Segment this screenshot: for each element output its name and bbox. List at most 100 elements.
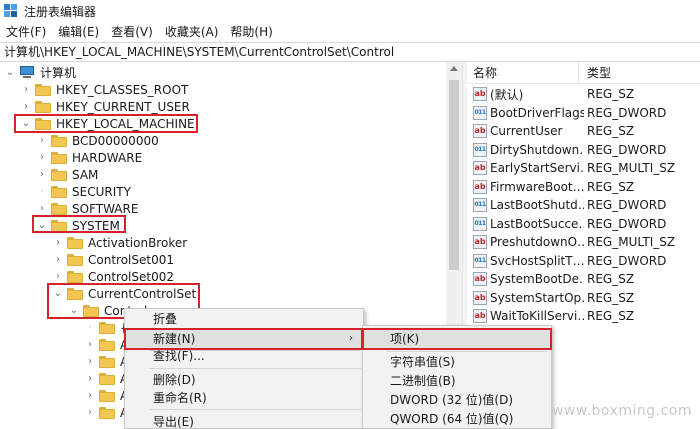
tree-item-hkcu[interactable]: › HKEY_CURRENT_USER: [20, 98, 190, 115]
tree-item-security[interactable]: · SECURITY: [36, 183, 131, 200]
string-value-icon: ab: [473, 179, 487, 194]
string-value-icon: ab: [473, 272, 487, 286]
expand-arrow-icon[interactable]: ›: [84, 353, 96, 370]
expand-arrow-icon[interactable]: ›: [36, 132, 48, 149]
expand-arrow-icon[interactable]: ›: [52, 251, 64, 268]
tree-item-sub[interactable]: › A: [84, 370, 128, 387]
value-name: CurrentUser: [490, 124, 563, 138]
expand-arrow-icon[interactable]: ›: [20, 81, 32, 98]
expand-arrow-icon[interactable]: ›: [36, 166, 48, 183]
value-type: REG_MULTI_SZ: [587, 235, 676, 249]
value-name: DirtyShutdown…: [490, 142, 584, 157]
tree-item-sub[interactable]: › A: [84, 336, 128, 353]
collapse-arrow-icon[interactable]: ⌄: [4, 64, 16, 81]
binary-value-icon: 011: [473, 105, 487, 120]
folder-icon: [67, 270, 83, 283]
tree-item-controlset001[interactable]: › ControlSet001: [52, 251, 174, 268]
tree-item-activationbroker[interactable]: › ActivationBroker: [52, 234, 187, 251]
tree-item-bcd[interactable]: › BCD00000000: [36, 132, 159, 149]
folder-icon: [51, 168, 67, 181]
highlight-system: [32, 215, 126, 233]
menu-rename[interactable]: 重命名(R): [125, 389, 363, 407]
menu-separator: [149, 368, 361, 369]
tree-item-computer[interactable]: ⌄ 计算机: [4, 64, 76, 81]
folder-icon: [51, 202, 67, 215]
value-name: SystemStartOp…: [490, 290, 584, 305]
value-type: REG_DWORD: [587, 198, 667, 212]
list-item[interactable]: ab SystemBootDe… REG_SZ: [467, 270, 700, 288]
column-name[interactable]: 名称: [467, 62, 579, 84]
column-type[interactable]: 类型: [581, 62, 700, 84]
list-item[interactable]: 011 DirtyShutdown… REG_DWORD: [467, 141, 700, 159]
expand-arrow-icon[interactable]: ›: [20, 98, 32, 115]
list-item[interactable]: ab SystemStartOp… REG_SZ: [467, 289, 700, 307]
list-item[interactable]: ab EarlyStartServi… REG_MULTI_SZ: [467, 159, 700, 177]
value-type: REG_SZ: [587, 179, 635, 194]
value-name: FirmwareBoot…: [490, 179, 584, 194]
submenu-qword[interactable]: QWORD (64 位)值(Q): [363, 410, 551, 428]
menu-export[interactable]: 导出(E): [125, 413, 363, 429]
leaf-dot-icon: ·: [40, 186, 44, 197]
expand-arrow-icon[interactable]: ›: [84, 404, 96, 421]
value-name: SvcHostSplitT…: [490, 253, 584, 268]
menu-favorites[interactable]: 收藏夹(A): [159, 22, 225, 42]
menu-file[interactable]: 文件(F): [0, 22, 52, 42]
list-item[interactable]: 011 SvcHostSplitT… REG_DWORD: [467, 252, 700, 270]
address-bar[interactable]: 计算机\HKEY_LOCAL_MACHINE\SYSTEM\CurrentCon…: [0, 42, 700, 62]
menu-separator: [149, 409, 361, 410]
tree-item-hardware[interactable]: › HARDWARE: [36, 149, 142, 166]
value-name: PreshutdownO…: [490, 235, 584, 249]
watermark: www.boxming.com: [552, 403, 692, 419]
value-type: REG_DWORD: [587, 142, 667, 157]
value-name: SystemBootDe…: [490, 272, 584, 286]
expand-arrow-icon[interactable]: ›: [36, 149, 48, 166]
list-item[interactable]: ab CurrentUser REG_SZ: [467, 122, 700, 140]
value-type: REG_MULTI_SZ: [587, 161, 676, 175]
scroll-up-icon[interactable]: [450, 66, 458, 71]
submenu-string[interactable]: 字符串值(S): [363, 353, 551, 371]
string-value-icon: ab: [473, 309, 487, 323]
value-type: REG_SZ: [587, 290, 635, 305]
list-item[interactable]: ab WaitToKillServi… REG_SZ: [467, 307, 700, 325]
tree-item-hkcr[interactable]: › HKEY_CLASSES_ROOT: [20, 81, 188, 98]
highlight-hklm: [14, 114, 198, 133]
value-name: LastBootShutd…: [490, 198, 584, 212]
expand-arrow-icon[interactable]: ›: [84, 387, 96, 404]
tree-item-sub[interactable]: › A: [84, 387, 128, 404]
binary-value-icon: 011: [473, 216, 487, 231]
value-name: LastBootSucce…: [490, 216, 584, 231]
folder-icon: [35, 100, 51, 113]
tree-item-sam[interactable]: › SAM: [36, 166, 98, 183]
value-name: BootDriverFlags: [490, 105, 584, 120]
list-item[interactable]: 011 LastBootSucce… REG_DWORD: [467, 215, 700, 233]
scroll-thumb[interactable]: [449, 80, 459, 270]
menu-edit[interactable]: 编辑(E): [52, 22, 105, 42]
tree-item-sub[interactable]: › A: [84, 353, 128, 370]
folder-icon: [67, 253, 83, 266]
value-type: REG_DWORD: [587, 253, 667, 268]
title-bar: 注册表编辑器: [0, 0, 700, 22]
value-type: REG_SZ: [587, 87, 635, 101]
value-name: EarlyStartServi…: [490, 161, 584, 175]
list-item[interactable]: 011 BootDriverFlags REG_DWORD: [467, 104, 700, 122]
string-value-icon: ab: [473, 161, 487, 175]
folder-icon: [67, 236, 83, 249]
expand-arrow-icon[interactable]: ›: [84, 370, 96, 387]
list-item[interactable]: 011 LastBootShutd… REG_DWORD: [467, 196, 700, 214]
list-item[interactable]: ab PreshutdownO… REG_MULTI_SZ: [467, 233, 700, 251]
highlight-menu-new: [124, 328, 364, 350]
folder-icon: [51, 185, 67, 198]
menu-help[interactable]: 帮助(H): [224, 22, 278, 42]
string-value-icon: ab: [473, 235, 487, 249]
menu-collapse[interactable]: 折叠: [125, 310, 363, 328]
submenu-binary[interactable]: 二进制值(B): [363, 372, 551, 390]
list-item[interactable]: ab (默认) REG_SZ: [467, 85, 700, 103]
expand-arrow-icon[interactable]: ›: [84, 336, 96, 353]
expand-arrow-icon[interactable]: ›: [52, 234, 64, 251]
submenu-dword[interactable]: DWORD (32 位)值(D): [363, 391, 551, 409]
list-item[interactable]: ab FirmwareBoot… REG_SZ: [467, 178, 700, 196]
computer-icon: [19, 66, 35, 79]
menu-view[interactable]: 查看(V): [105, 22, 159, 42]
menu-delete[interactable]: 删除(D): [125, 371, 363, 389]
tree-item-sub[interactable]: › A: [84, 404, 128, 421]
